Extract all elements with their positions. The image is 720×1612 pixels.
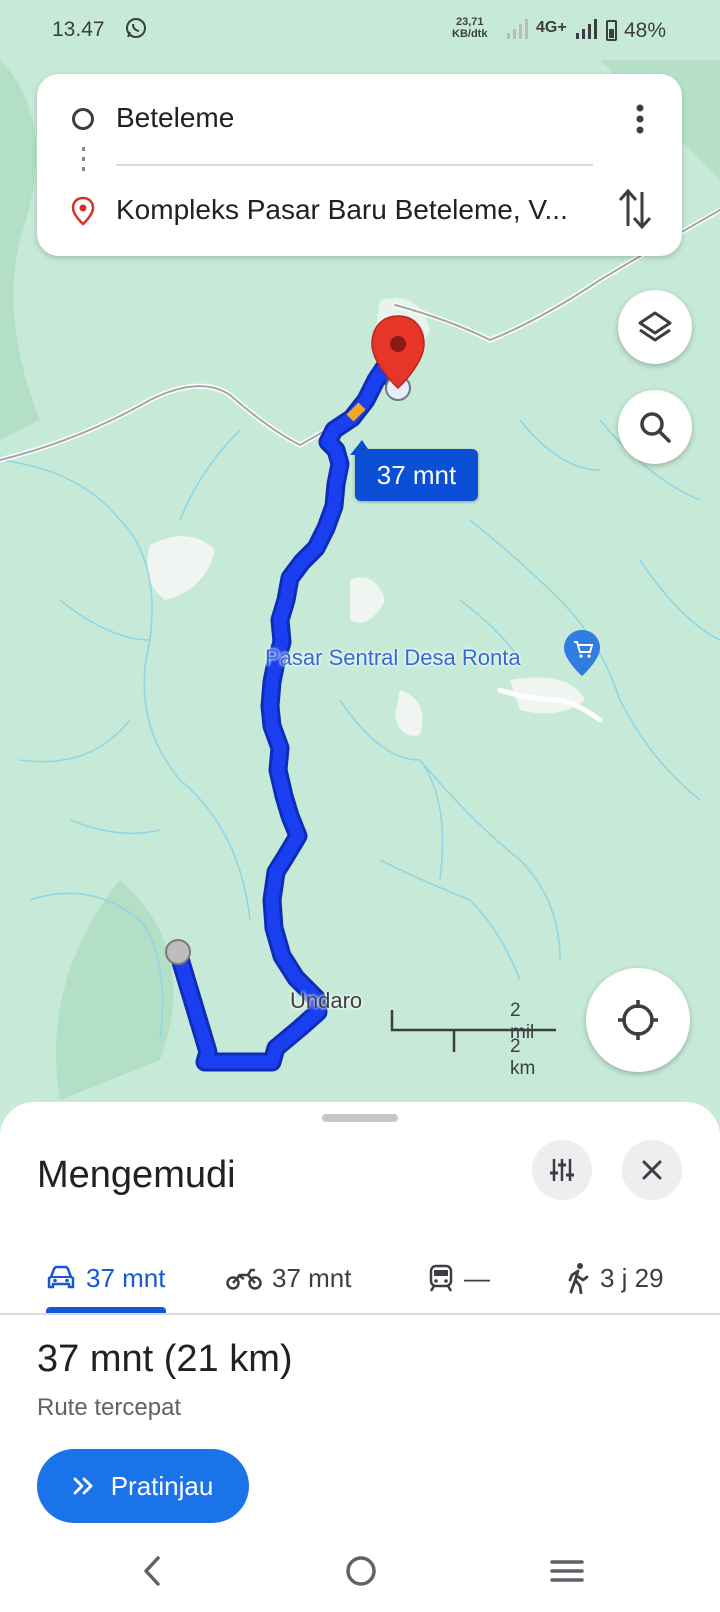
transit-icon <box>429 1264 453 1292</box>
directions-sheet: Mengemudi 37 mnt 37 mnt — 3 j 29 37 mnt … <box>0 1102 720 1612</box>
preview-button[interactable]: Pratinjau <box>37 1449 249 1523</box>
tune-icon <box>550 1159 574 1181</box>
tab-driving[interactable]: 37 mnt <box>46 1242 166 1314</box>
signal-weak-icon <box>507 19 528 39</box>
tab-transit-label: — <box>464 1262 490 1293</box>
route-duration: 37 mnt (21 km) <box>37 1338 293 1380</box>
tabs-divider <box>0 1313 720 1315</box>
crosshair-icon <box>618 1000 658 1040</box>
more-options-icon[interactable] <box>625 102 655 136</box>
tab-walking-label: 3 j 29 <box>600 1262 664 1293</box>
sheet-drag-handle[interactable] <box>322 1114 398 1122</box>
directions-card: Beteleme Kompleks Pasar Baru Beteleme, V… <box>37 74 682 256</box>
signal-strong-icon <box>576 19 597 39</box>
walk-icon <box>568 1263 589 1294</box>
route-description: Rute tercepat <box>37 1394 182 1421</box>
speed-unit: KB/dtk <box>452 28 488 40</box>
search-along-route-button[interactable] <box>618 390 692 464</box>
destination-pin-icon-small <box>71 196 95 226</box>
field-divider <box>116 164 593 166</box>
swap-icon[interactable] <box>617 186 653 232</box>
layers-button[interactable] <box>618 290 692 364</box>
status-bar: 13.47 23,71 KB/dtk 4G+ 48% <box>0 0 720 62</box>
start-marker <box>165 939 191 965</box>
sheet-title: Mengemudi <box>37 1154 236 1196</box>
home-icon[interactable] <box>344 1554 378 1588</box>
my-location-button[interactable] <box>586 968 690 1072</box>
route-options-button[interactable] <box>532 1140 592 1200</box>
network-type: 4G+ <box>536 19 567 36</box>
system-navigation-bar <box>0 1540 720 1612</box>
battery-icon <box>606 20 617 41</box>
eta-bubble[interactable]: 37 mnt <box>355 449 478 501</box>
motorcycle-icon <box>226 1268 262 1290</box>
close-button[interactable] <box>622 1140 682 1200</box>
battery-percent: 48% <box>624 19 667 42</box>
tab-motorcycle-label: 37 mnt <box>272 1262 352 1293</box>
car-icon <box>47 1265 75 1289</box>
tab-motorcycle[interactable]: 37 mnt <box>226 1242 352 1314</box>
search-icon <box>640 412 671 443</box>
preview-label: Pratinjau <box>110 1470 214 1501</box>
destination-field[interactable]: Kompleks Pasar Baru Beteleme, V... <box>116 194 568 226</box>
tab-walking[interactable]: 3 j 29 <box>566 1242 664 1314</box>
scale-km: 2 km <box>510 1036 536 1079</box>
whatsapp-icon <box>126 18 146 38</box>
town-label: Undaro <box>290 988 363 1013</box>
network-speed: 23,71 KB/dtk <box>452 16 487 40</box>
poi-label[interactable]: Pasar Sentral Desa Ronta <box>265 645 521 671</box>
recent-apps-icon[interactable] <box>550 1554 584 1588</box>
close-icon <box>642 1160 662 1180</box>
back-icon[interactable] <box>140 1554 164 1588</box>
origin-field[interactable]: Beteleme <box>116 102 234 134</box>
tab-driving-label: 37 mnt <box>86 1262 166 1293</box>
travel-mode-tabs: 37 mnt 37 mnt — 3 j 29 <box>0 1242 720 1314</box>
status-time: 13.47 <box>52 18 105 41</box>
tab-transit[interactable]: — <box>428 1242 490 1314</box>
double-chevron-right-icon <box>73 1477 93 1495</box>
route-dots <box>82 147 85 177</box>
origin-circle-icon <box>72 108 94 130</box>
layers-icon <box>638 311 672 342</box>
speed-value: 23,71 <box>455 16 484 28</box>
